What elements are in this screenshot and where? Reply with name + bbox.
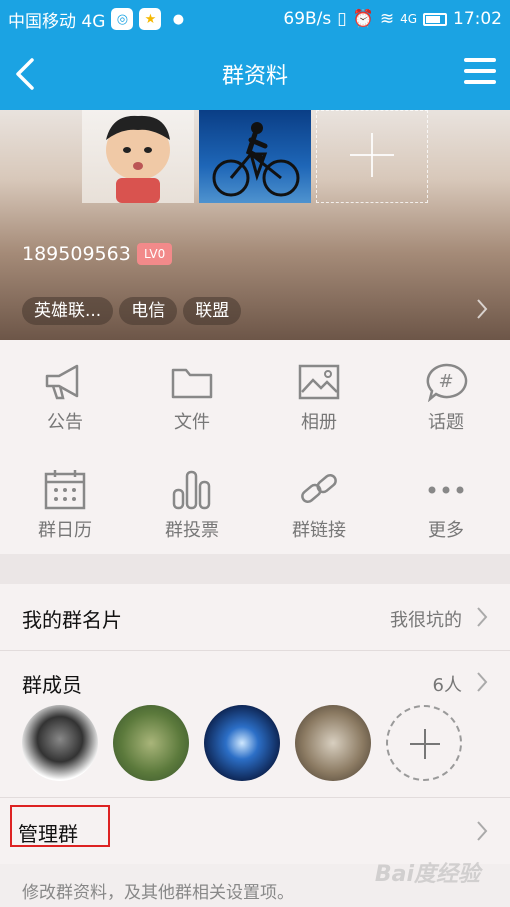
- more-dots-icon: [428, 486, 464, 494]
- level-badge: LV0: [137, 243, 173, 265]
- title-bar: 群资料: [0, 38, 510, 110]
- group-tags[interactable]: 英雄联... 电信 联盟: [22, 297, 242, 325]
- my-group-card-row[interactable]: 我的群名片 我很坑的: [0, 584, 510, 650]
- member-count: 6人: [432, 675, 462, 696]
- group-photo[interactable]: [82, 110, 194, 203]
- member-avatars: [22, 705, 462, 781]
- chevron-right-icon: [477, 672, 488, 692]
- grid-item-label: 群投票: [165, 520, 219, 541]
- status-bar: 中国移动 4G ◎ ★ ● 69B/s ▯ ⏰ ≋ 4G 17:02: [0, 0, 510, 38]
- manage-hint: 修改群资料，及其他群相关设置项。: [22, 883, 294, 903]
- grid-item-announcement[interactable]: 公告: [25, 362, 105, 434]
- group-tag: 英雄联...: [22, 297, 114, 325]
- grid-item-album[interactable]: 相册: [279, 362, 359, 434]
- grid-item-label: 文件: [174, 412, 210, 433]
- group-tag: 电信: [119, 297, 178, 325]
- row-value: 我很坑的: [390, 610, 462, 631]
- add-member-button[interactable]: [386, 705, 462, 781]
- grid-item-files[interactable]: 文件: [152, 362, 232, 434]
- group-tag: 联盟: [183, 297, 242, 325]
- alarm-icon: ⏰: [352, 9, 374, 29]
- link-icon: [301, 473, 337, 504]
- cartoon-boy-image: [106, 115, 170, 203]
- folder-icon: [171, 368, 213, 399]
- avatar[interactable]: [22, 705, 98, 781]
- grid-item-label: 更多: [428, 520, 464, 541]
- page-title: 群资料: [221, 64, 288, 89]
- chevron-right-icon: [477, 821, 488, 841]
- grid-item-more[interactable]: 更多: [406, 468, 486, 542]
- grid-item-link[interactable]: 群链接: [279, 468, 359, 542]
- add-photo-button[interactable]: [316, 110, 428, 203]
- image-icon: [298, 364, 340, 400]
- row-label: 我的群名片: [22, 608, 122, 632]
- grid-item-poll[interactable]: 群投票: [152, 468, 232, 542]
- megaphone-icon: [45, 364, 79, 400]
- feature-grid: 公告 文件 相册 # 话题 群日历 群投票 群链接 更多: [0, 340, 510, 554]
- battery-icon: [423, 12, 447, 26]
- cyclist-image: [212, 122, 300, 197]
- grid-item-label: 群链接: [292, 520, 346, 541]
- group-number: 189509563: [22, 243, 131, 265]
- section-divider: [0, 554, 510, 584]
- avatar[interactable]: [204, 705, 280, 781]
- watermark: Bai度经验: [374, 862, 480, 887]
- hashtag-bubble-icon: #: [426, 363, 468, 402]
- highlight-box: [10, 805, 110, 847]
- wifi-icon: ≋: [379, 9, 395, 29]
- grid-item-label: 公告: [47, 412, 83, 433]
- grid-item-label: 群日历: [38, 520, 92, 541]
- clock: 17:02: [453, 9, 502, 29]
- menu-button[interactable]: [464, 58, 496, 88]
- avatar[interactable]: [113, 705, 189, 781]
- grid-item-calendar[interactable]: 群日历: [25, 468, 105, 542]
- star-icon: ★: [139, 8, 162, 30]
- app-notification-icon: ◎: [111, 8, 134, 30]
- chat-notification-icon: ●: [172, 11, 185, 27]
- group-banner: 189509563 LV0 英雄联... 电信 联盟: [0, 110, 510, 340]
- network-type: 4G: [400, 12, 417, 26]
- poll-bars-icon: [172, 470, 211, 510]
- menu-icon: [464, 58, 496, 62]
- carrier-label: 中国移动 4G: [8, 11, 106, 32]
- vibrate-icon: ▯: [337, 9, 347, 29]
- row-label: 群成员: [22, 673, 82, 697]
- grid-item-label: 话题: [428, 412, 464, 433]
- svg-text:#: #: [438, 371, 453, 392]
- chevron-right-icon: [477, 607, 488, 627]
- grid-item-topic[interactable]: # 话题: [406, 362, 486, 434]
- avatar[interactable]: [295, 705, 371, 781]
- calendar-icon: [44, 470, 86, 510]
- group-photo[interactable]: [199, 110, 311, 203]
- chevron-right-icon[interactable]: [476, 298, 488, 320]
- network-speed: 69B/s: [283, 9, 332, 29]
- grid-item-label: 相册: [301, 412, 337, 433]
